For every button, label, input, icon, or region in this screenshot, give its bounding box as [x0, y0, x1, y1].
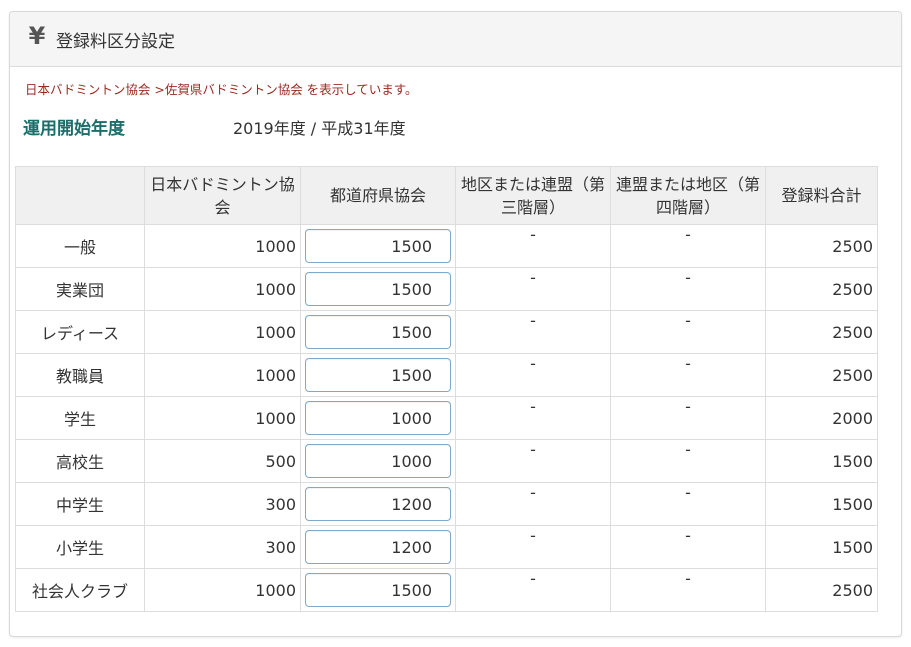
district-fee-cell: - [455, 439, 611, 483]
prefecture-fee-input[interactable] [305, 487, 451, 521]
table-row: 社会人クラブ1000--2500 [15, 568, 878, 612]
prefecture-fee-input[interactable] [305, 272, 451, 306]
table-header-row: 日本バドミントン協会 都道府県協会 地区または連盟（第三階層） 連盟または地区（… [15, 166, 878, 225]
header-total: 登録料合計 [765, 166, 878, 225]
total-fee-cell: 2500 [765, 310, 878, 354]
total-fee-cell: 2500 [765, 224, 878, 268]
prefecture-fee-input[interactable] [305, 315, 451, 349]
prefecture-fee-cell [300, 439, 456, 483]
prefecture-fee-input[interactable] [305, 530, 451, 564]
prefecture-fee-input[interactable] [305, 401, 451, 435]
prefecture-fee-cell [300, 353, 456, 397]
category-cell: 教職員 [15, 353, 145, 397]
category-cell: 小学生 [15, 525, 145, 569]
prefecture-fee-cell [300, 396, 456, 440]
association-notice: 日本バドミントン協会 >佐賀県バドミントン協会 を表示しています。 [25, 82, 418, 97]
prefecture-fee-cell [300, 525, 456, 569]
start-year-label: 運用開始年度 [23, 119, 125, 139]
header-district: 地区または連盟（第三階層） [455, 166, 611, 225]
prefecture-fee-cell [300, 267, 456, 311]
header-category [15, 166, 145, 225]
national-fee-cell: 1000 [144, 396, 301, 440]
national-fee-cell: 1000 [144, 267, 301, 311]
national-fee-cell: 500 [144, 439, 301, 483]
prefecture-fee-cell [300, 310, 456, 354]
national-fee-cell: 1000 [144, 224, 301, 268]
prefecture-fee-input[interactable] [305, 573, 451, 607]
panel-heading: ¥ 登録料区分設定 [10, 12, 901, 67]
start-year-value: 2019年度 / 平成31年度 [233, 119, 406, 138]
district-fee-cell: - [455, 568, 611, 612]
total-fee-cell: 1500 [765, 482, 878, 526]
yen-icon: ¥ [28, 22, 46, 50]
total-fee-cell: 1500 [765, 525, 878, 569]
league-fee-cell: - [610, 396, 766, 440]
table-row: 一般1000--2500 [15, 224, 878, 268]
national-fee-cell: 1000 [144, 568, 301, 612]
table-row: レディース1000--2500 [15, 310, 878, 354]
category-cell: 学生 [15, 396, 145, 440]
league-fee-cell: - [610, 267, 766, 311]
district-fee-cell: - [455, 353, 611, 397]
prefecture-fee-input[interactable] [305, 444, 451, 478]
national-fee-cell: 1000 [144, 353, 301, 397]
category-cell: 中学生 [15, 482, 145, 526]
category-cell: 社会人クラブ [15, 568, 145, 612]
fee-table: 日本バドミントン協会 都道府県協会 地区または連盟（第三階層） 連盟または地区（… [15, 166, 878, 612]
league-fee-cell: - [610, 310, 766, 354]
district-fee-cell: - [455, 267, 611, 311]
league-fee-cell: - [610, 439, 766, 483]
category-cell: 実業団 [15, 267, 145, 311]
total-fee-cell: 2500 [765, 568, 878, 612]
district-fee-cell: - [455, 224, 611, 268]
header-national: 日本バドミントン協会 [144, 166, 301, 225]
category-cell: 一般 [15, 224, 145, 268]
table-row: 小学生300--1500 [15, 525, 878, 569]
district-fee-cell: - [455, 525, 611, 569]
header-league: 連盟または地区（第四階層） [610, 166, 766, 225]
league-fee-cell: - [610, 568, 766, 612]
table-row: 学生1000--2000 [15, 396, 878, 440]
header-prefecture: 都道府県協会 [300, 166, 456, 225]
total-fee-cell: 2500 [765, 353, 878, 397]
district-fee-cell: - [455, 396, 611, 440]
league-fee-cell: - [610, 353, 766, 397]
total-fee-cell: 2500 [765, 267, 878, 311]
panel-title: 登録料区分設定 [56, 31, 175, 52]
national-fee-cell: 1000 [144, 310, 301, 354]
category-cell: 高校生 [15, 439, 145, 483]
table-row: 高校生500--1500 [15, 439, 878, 483]
category-cell: レディース [15, 310, 145, 354]
prefecture-fee-input[interactable] [305, 229, 451, 263]
total-fee-cell: 2000 [765, 396, 878, 440]
table-row: 実業団1000--2500 [15, 267, 878, 311]
prefecture-fee-cell [300, 224, 456, 268]
league-fee-cell: - [610, 224, 766, 268]
league-fee-cell: - [610, 525, 766, 569]
total-fee-cell: 1500 [765, 439, 878, 483]
table-row: 中学生300--1500 [15, 482, 878, 526]
district-fee-cell: - [455, 310, 611, 354]
league-fee-cell: - [610, 482, 766, 526]
prefecture-fee-cell [300, 568, 456, 612]
prefecture-fee-cell [300, 482, 456, 526]
district-fee-cell: - [455, 482, 611, 526]
national-fee-cell: 300 [144, 525, 301, 569]
prefecture-fee-input[interactable] [305, 358, 451, 392]
table-row: 教職員1000--2500 [15, 353, 878, 397]
national-fee-cell: 300 [144, 482, 301, 526]
